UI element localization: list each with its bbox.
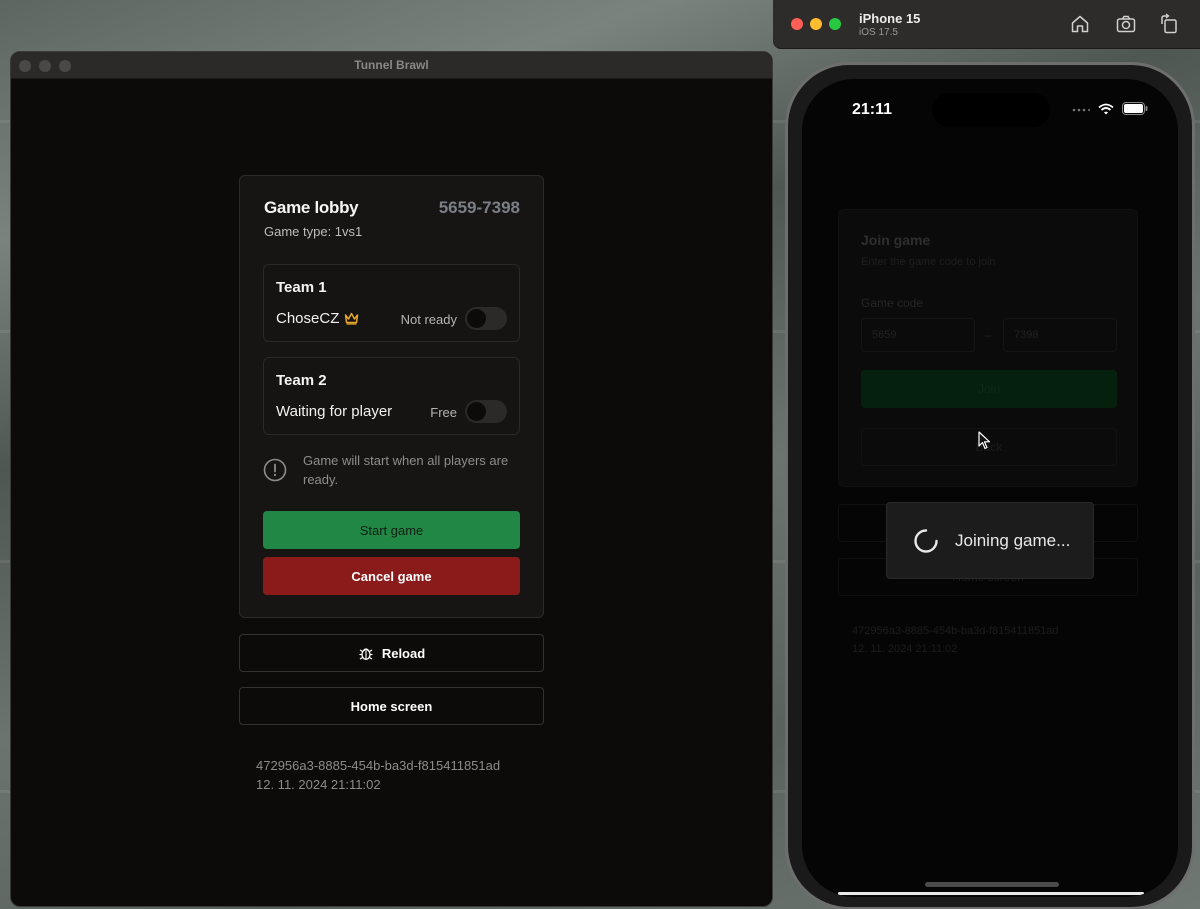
team-name: Team 1	[276, 279, 327, 296]
team-name: Team 2	[276, 372, 327, 389]
home-screen-button[interactable]: Home screen	[239, 687, 544, 725]
phone-session-timestamp: 12. 11. 2024 21:11:02	[852, 643, 958, 655]
battery-icon	[1122, 102, 1148, 115]
reload-label: Reload	[381, 645, 426, 661]
session-id: 472956a3-8885-454b-ba3d-f815411851ad	[256, 758, 501, 773]
simulator-os-version: iOS 17.5	[859, 27, 898, 38]
team-player: ChoseCZ	[276, 310, 359, 327]
dynamic-island	[932, 93, 1050, 127]
ready-toggle[interactable]	[465, 307, 507, 330]
minimize-simulator-button[interactable]	[810, 18, 822, 30]
status-time: 21:11	[852, 101, 893, 118]
home-icon[interactable]	[1069, 13, 1091, 35]
game-type: Game type: 1vs1	[264, 224, 363, 239]
joining-text: Joining game...	[955, 530, 1071, 550]
close-window-button[interactable]	[19, 60, 31, 72]
home-indicator[interactable]	[925, 882, 1059, 887]
slot-status: Free	[430, 405, 457, 420]
wifi-icon	[1098, 103, 1114, 114]
iphone-screen: 21:11 Join game Enter the game code to j…	[802, 79, 1178, 897]
window-title: Tunnel Brawl	[354, 58, 429, 72]
loading-spinner-icon	[914, 528, 938, 553]
player-name: ChoseCZ	[276, 310, 340, 327]
game-lobby-card: Game lobby 5659-7398 Game type: 1vs1 Tea…	[239, 175, 544, 618]
toggle-knob	[467, 309, 486, 328]
join-button[interactable]: Join	[861, 370, 1117, 408]
mouse-cursor-icon	[978, 431, 991, 450]
session-timestamp: 12. 11. 2024 21:11:02	[256, 777, 381, 792]
phone-session-id: 472956a3-8885-454b-ba3d-f815411851ad	[852, 625, 1059, 637]
info-circle-icon	[263, 458, 287, 482]
team-1-box: Team 1 ChoseCZ Not ready	[263, 264, 520, 342]
crown-icon	[345, 312, 359, 325]
reload-button[interactable]: Reload	[239, 634, 544, 672]
zoom-simulator-button[interactable]	[829, 18, 841, 30]
simulator-device-name: iPhone 15	[859, 11, 921, 26]
toggle-knob	[467, 402, 486, 421]
cellular-icon	[1072, 108, 1090, 111]
game-window: Tunnel Brawl Game lobby 5659-7398 Game t…	[10, 51, 773, 907]
game-code-input-2[interactable]: 7398	[1003, 318, 1117, 352]
team-2-box: Team 2 Waiting for player Free	[263, 357, 520, 435]
joining-toast: Joining game...	[886, 502, 1094, 579]
window-titlebar[interactable]: Tunnel Brawl	[11, 52, 772, 79]
status-icons	[1072, 102, 1148, 115]
home-screen-label: Home screen	[350, 698, 433, 714]
rotate-icon[interactable]	[1158, 13, 1180, 35]
game-code-label: Game code	[861, 296, 924, 310]
game-code-input-1[interactable]: 5659	[861, 318, 975, 352]
close-simulator-button[interactable]	[791, 18, 803, 30]
code-separator: –	[985, 328, 992, 342]
ready-toggle[interactable]	[465, 400, 507, 423]
lobby-title: Game lobby	[264, 198, 359, 217]
simulator-toolbar: iPhone 15 iOS 17.5	[773, 0, 1200, 49]
screen-bottom-edge	[838, 892, 1144, 895]
window-controls	[19, 60, 71, 72]
ready-status: Not ready	[400, 312, 457, 327]
lobby-code: 5659-7398	[438, 198, 520, 217]
minimize-window-button[interactable]	[39, 60, 51, 72]
team-player: Waiting for player	[276, 403, 392, 420]
start-game-button[interactable]: Start game	[263, 511, 520, 549]
screenshot-icon[interactable]	[1115, 13, 1137, 35]
zoom-window-button[interactable]	[59, 60, 71, 72]
cancel-game-button[interactable]: Cancel game	[263, 557, 520, 595]
player-name: Waiting for player	[276, 403, 393, 420]
join-game-subtitle: Enter the game code to join	[861, 256, 996, 268]
join-game-title: Join game	[861, 232, 931, 248]
info-text: Game will start when all players are rea…	[303, 453, 509, 487]
simulator-window-controls	[791, 18, 841, 30]
bug-icon	[359, 648, 373, 660]
iphone-frame: 21:11 Join game Enter the game code to j…	[785, 62, 1195, 909]
